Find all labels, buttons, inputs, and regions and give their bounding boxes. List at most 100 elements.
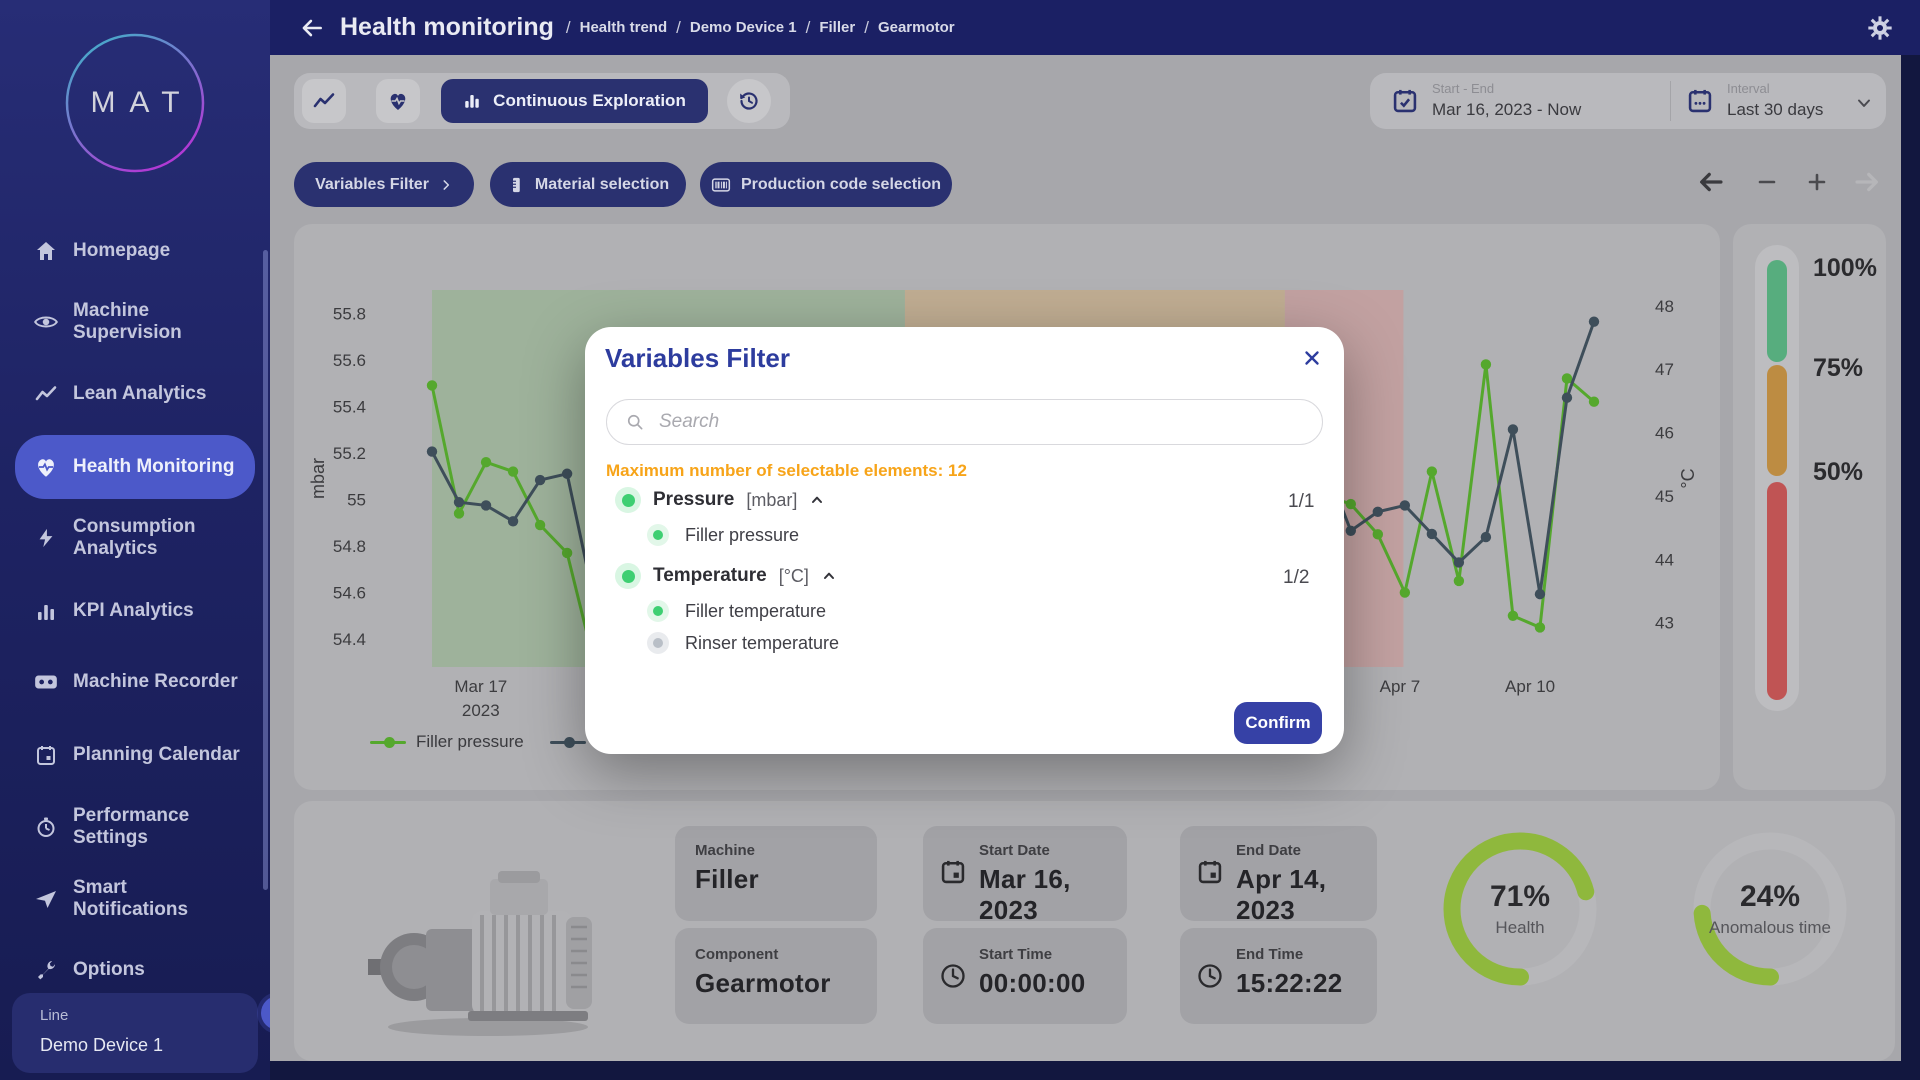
- end-time-card: End Time 15:22:22: [1180, 928, 1377, 1024]
- calendar-check-icon: [1391, 87, 1419, 115]
- cassette-icon: [33, 669, 59, 695]
- pan-left-button[interactable]: [1694, 165, 1728, 199]
- history-icon: [737, 89, 761, 113]
- machine-card: Machine Filler: [675, 826, 877, 921]
- sidebar-item-label: KPI Analytics: [73, 600, 243, 622]
- production-code-selection-chip[interactable]: Production code selection: [700, 162, 952, 207]
- svg-text:Mar 17: Mar 17: [454, 677, 507, 696]
- legend-swatch: [370, 741, 406, 744]
- heart-pulse-icon: [33, 454, 59, 480]
- home-icon: [33, 238, 59, 264]
- search-input[interactable]: [657, 410, 1304, 434]
- health-gauge: 71% Health: [1435, 824, 1605, 994]
- breadcrumb-item[interactable]: Filler: [819, 19, 855, 36]
- breadcrumb-item[interactable]: Demo Device 1: [690, 19, 797, 36]
- group-name: Temperature: [653, 565, 767, 587]
- start-time-value: 00:00:00: [979, 968, 1085, 999]
- interval-picker[interactable]: [1686, 87, 1714, 120]
- end-date-value: Apr 14, 2023: [1236, 864, 1377, 926]
- pan-right-button[interactable]: [1850, 165, 1884, 199]
- health-view-button[interactable]: [376, 79, 420, 123]
- sidebar-item-lean-analytics[interactable]: Lean Analytics: [15, 372, 255, 416]
- view-toolbar: Continuous Exploration: [294, 73, 790, 129]
- group-toggle-on-icon[interactable]: [615, 563, 641, 589]
- sidebar-item-performance-settings[interactable]: Performance Settings: [15, 797, 255, 857]
- health-scale-panel: 100% 75% 50%: [1733, 224, 1886, 790]
- back-button[interactable]: [298, 14, 326, 42]
- sidebar-item-kpi-analytics[interactable]: KPI Analytics: [15, 589, 255, 633]
- zoom-in-button[interactable]: [1800, 165, 1834, 199]
- group-row-pressure[interactable]: Pressure [mbar]: [615, 487, 825, 513]
- group-count: 1/2: [1283, 567, 1309, 589]
- breadcrumb-item[interactable]: Health trend: [580, 19, 668, 36]
- app-root: MAT Homepage Machine Supervision Lean An…: [0, 0, 1920, 1080]
- svg-text:45: 45: [1655, 487, 1674, 506]
- machine-label: Machine: [695, 842, 755, 859]
- top-header: Health monitoring / Health trend / Demo …: [270, 0, 1920, 55]
- variable-selected-icon[interactable]: [647, 600, 669, 622]
- tab-continuous-exploration[interactable]: Continuous Exploration: [441, 79, 708, 123]
- wrench-icon: [33, 957, 59, 983]
- sidebar-item-homepage[interactable]: Homepage: [15, 229, 255, 273]
- chevron-right-icon: [439, 178, 453, 192]
- group-toggle-on-icon[interactable]: [615, 487, 641, 513]
- breadcrumb: / Health trend / Demo Device 1 / Filler …: [566, 18, 955, 38]
- chevron-down-icon: [1854, 93, 1874, 113]
- max-selectable-note: Maximum number of selectable elements: 1…: [606, 461, 967, 481]
- svg-text:55.8: 55.8: [333, 304, 366, 323]
- scale-label-50: 50%: [1813, 458, 1863, 487]
- svg-text:47: 47: [1655, 360, 1674, 379]
- sidebar-item-options[interactable]: Options: [15, 948, 255, 992]
- sidebar-item-machine-recorder[interactable]: Machine Recorder: [15, 660, 255, 704]
- variable-row-rinser-temperature[interactable]: Rinser temperature: [647, 632, 839, 654]
- svg-text:43: 43: [1655, 614, 1674, 633]
- sidebar-item-health-monitoring[interactable]: Health Monitoring: [15, 435, 255, 499]
- variable-row-filler-pressure[interactable]: Filler pressure: [647, 524, 799, 546]
- sidebar-item-label: Machine Recorder: [73, 671, 243, 693]
- bar-chart-icon: [463, 92, 481, 110]
- interval-dropdown-toggle[interactable]: [1854, 93, 1874, 118]
- datebar-divider: [1670, 81, 1671, 121]
- svg-text:54.6: 54.6: [333, 584, 366, 603]
- legend-item-filler-pressure[interactable]: Filler pressure: [370, 732, 524, 752]
- sidebar-item-planning-calendar[interactable]: Planning Calendar: [15, 725, 255, 785]
- trend-view-button[interactable]: [302, 79, 346, 123]
- settings-button[interactable]: [1866, 14, 1894, 42]
- modal-close-button[interactable]: [1297, 343, 1327, 373]
- end-time-label: End Time: [1236, 946, 1303, 963]
- device-selector[interactable]: Line Demo Device 1: [12, 993, 258, 1073]
- tab-label: Continuous Exploration: [493, 91, 686, 111]
- variables-filter-modal: Variables Filter Maximum number of selec…: [585, 327, 1344, 754]
- chevron-up-icon[interactable]: [809, 492, 825, 508]
- sidebar-item-consumption-analytics[interactable]: Consumption Analytics: [15, 508, 255, 568]
- sidebar-item-smart-notifications[interactable]: Smart Notifications: [15, 869, 255, 929]
- breadcrumb-item[interactable]: Gearmotor: [878, 19, 955, 36]
- material-selection-chip[interactable]: Material selection: [490, 162, 686, 207]
- gear-icon: [1866, 14, 1894, 42]
- zoom-out-button[interactable]: [1750, 165, 1784, 199]
- sidebar-scrollbar[interactable]: [263, 250, 268, 890]
- variable-selected-icon[interactable]: [647, 524, 669, 546]
- variable-unselected-icon[interactable]: [647, 632, 669, 654]
- arrow-left-icon: [1697, 168, 1725, 196]
- machine-value: Filler: [695, 864, 759, 895]
- variables-filter-chip[interactable]: Variables Filter: [294, 162, 474, 207]
- calendar-dots-icon: [1686, 87, 1714, 115]
- history-restore-button[interactable]: [727, 79, 771, 123]
- interval-value[interactable]: Last 30 days: [1727, 100, 1823, 120]
- chevron-up-icon[interactable]: [821, 568, 837, 584]
- breadcrumb-separator: /: [566, 18, 571, 38]
- svg-text:54.4: 54.4: [333, 630, 366, 649]
- variable-row-filler-temperature[interactable]: Filler temperature: [647, 600, 826, 622]
- svg-text:54.8: 54.8: [333, 537, 366, 556]
- calendar-icon: [939, 858, 967, 886]
- variable-label: Filler pressure: [685, 525, 799, 546]
- group-row-temperature[interactable]: Temperature [°C]: [615, 563, 837, 589]
- confirm-button[interactable]: Confirm: [1234, 702, 1322, 744]
- start-end-value[interactable]: Mar 16, 2023 - Now: [1432, 100, 1581, 120]
- sidebar-item-machine-supervision[interactable]: Machine Supervision: [15, 292, 255, 352]
- start-time-label: Start Time: [979, 946, 1052, 963]
- bar-chart-icon: [33, 598, 59, 624]
- sidebar-item-label: Lean Analytics: [73, 383, 243, 405]
- start-end-picker[interactable]: [1391, 87, 1419, 120]
